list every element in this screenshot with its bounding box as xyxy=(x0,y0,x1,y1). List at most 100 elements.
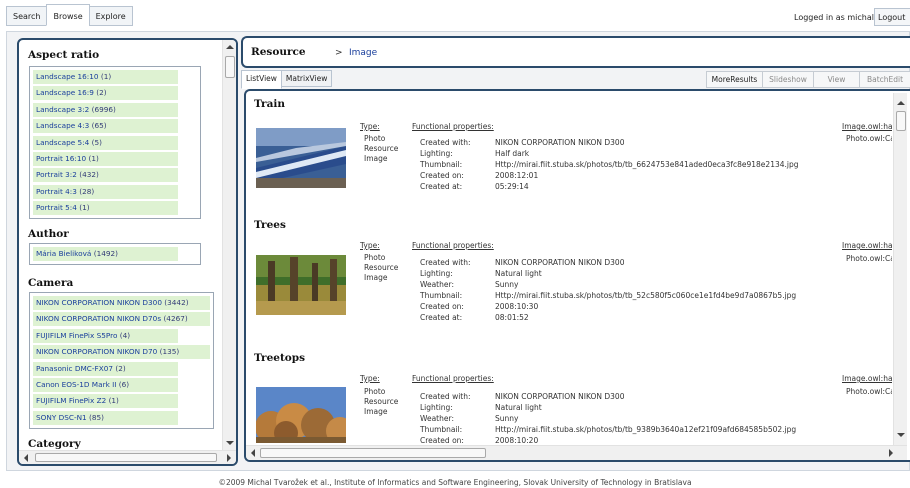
facet-box-author: Mária Bieliková (1492) xyxy=(29,243,201,266)
property-row: Thumbnail: Http://mirai.fiit.stuba.sk/pho… xyxy=(420,425,797,434)
property-row: Thumbnail: Http://mirai.fiit.stuba.sk/pho… xyxy=(420,291,797,300)
scroll-left-icon[interactable] xyxy=(251,449,255,457)
facet-item[interactable]: Mária Bieliková (1492) xyxy=(33,246,197,262)
scroll-thumb[interactable] xyxy=(896,111,906,131)
type-value: Image xyxy=(364,273,388,282)
scroll-thumb[interactable] xyxy=(35,453,217,462)
property-row: Weather: Sunny xyxy=(420,280,519,289)
type-value: Resource xyxy=(364,263,399,272)
main-tabs: Search Browse Explore xyxy=(6,4,133,26)
facet-list: Aspect ratio Landscape 16:10 (1) Landsca… xyxy=(19,40,219,450)
scroll-right-icon[interactable] xyxy=(227,454,231,462)
owl-property-label: Image.owl:hasThumbnail xyxy=(842,122,892,131)
facet-item[interactable]: Portrait 5:4 (1) xyxy=(33,200,197,216)
facet-item[interactable]: Canon EOS-1D Mark II (6) xyxy=(33,377,210,393)
slideshow-button[interactable]: Slideshow xyxy=(762,71,814,88)
facet-item[interactable]: Portrait 16:10 (1) xyxy=(33,151,197,167)
tab-matrixview[interactable]: MatrixView xyxy=(280,70,333,87)
property-row: Created at: 08:01:52 xyxy=(420,313,529,322)
facet-item[interactable]: Landscape 3:2 (6996) xyxy=(33,102,197,118)
scroll-thumb[interactable] xyxy=(260,448,486,458)
scroll-left-icon[interactable] xyxy=(24,454,28,462)
facet-item[interactable]: NIKON CORPORATION NIKON D300 (3442) xyxy=(33,295,210,311)
facet-item[interactable]: Landscape 16:10 (1) xyxy=(33,69,197,85)
view-tabs: ListView MatrixView xyxy=(241,70,333,89)
results-horizontal-scrollbar[interactable] xyxy=(246,445,907,460)
property-row: Lighting: Half dark xyxy=(420,149,530,158)
property-row: Created on: 2008:12:01 xyxy=(420,171,539,180)
sidebar-horizontal-scrollbar[interactable] xyxy=(19,450,236,464)
facet-item[interactable]: FUJIFILM FinePix Z2 (1) xyxy=(33,393,210,409)
facet-item[interactable]: Landscape 16:9 (2) xyxy=(33,85,197,101)
facet-item[interactable]: NIKON CORPORATION NIKON D70s (4267) xyxy=(33,311,210,327)
type-value: Photo xyxy=(364,387,386,396)
scroll-up-icon[interactable] xyxy=(897,101,905,105)
sidebar-vertical-scrollbar[interactable] xyxy=(222,40,236,450)
facet-item[interactable]: Landscape 5:4 (5) xyxy=(33,135,197,151)
owl-property-label: Image.owl:hasThumbnail xyxy=(842,374,892,383)
owl-property-label: Image.owl:hasThumbnail xyxy=(842,241,892,250)
facet-item[interactable]: SONY DSC-N1 (85) xyxy=(33,410,210,426)
property-row: Lighting: Natural light xyxy=(420,403,542,412)
tab-listview[interactable]: ListView xyxy=(241,70,282,89)
facet-box-aspect-ratio: Landscape 16:10 (1) Landscape 16:9 (2) L… xyxy=(29,66,201,220)
view-button[interactable]: View xyxy=(813,71,860,88)
top-bar: Search Browse Explore Logged in as micha… xyxy=(0,0,910,32)
property-row: Lighting: Natural light xyxy=(420,269,542,278)
type-value: Image xyxy=(364,154,388,163)
property-row: Created on: 2008:10:30 xyxy=(420,302,539,311)
facet-sidebar: Aspect ratio Landscape 16:10 (1) Landsca… xyxy=(17,38,238,466)
type-label: Type: xyxy=(360,241,380,250)
scroll-down-icon[interactable] xyxy=(897,433,905,437)
results-vertical-scrollbar[interactable] xyxy=(893,93,907,445)
property-row: Created with: NIKON CORPORATION NIKON D30… xyxy=(420,392,625,401)
type-label: Type: xyxy=(360,374,380,383)
tab-browse[interactable]: Browse xyxy=(46,4,90,26)
type-value: Resource xyxy=(364,397,399,406)
property-row: Created at: 05:29:14 xyxy=(420,182,529,191)
type-value: Resource xyxy=(364,144,399,153)
functional-properties-label: Functional properties: xyxy=(412,374,494,383)
type-label: Type: xyxy=(360,122,380,131)
property-row: Created with: NIKON CORPORATION NIKON D30… xyxy=(420,258,625,267)
breadcrumb-image-link[interactable]: Image xyxy=(349,48,377,58)
result-thumbnail[interactable] xyxy=(256,128,346,188)
resource-title: Resource xyxy=(251,46,306,58)
facet-box-camera: NIKON CORPORATION NIKON D300 (3442) NIKO… xyxy=(29,292,214,429)
facet-item[interactable]: Portrait 4:3 (28) xyxy=(33,184,197,200)
result-thumbnail[interactable] xyxy=(256,255,346,315)
functional-properties-label: Functional properties: xyxy=(412,122,494,131)
type-value: Photo xyxy=(364,253,386,262)
result-title[interactable]: Treetops xyxy=(254,352,305,364)
scroll-right-icon[interactable] xyxy=(889,449,893,457)
more-results-button[interactable]: MoreResults xyxy=(706,71,763,88)
logged-in-text: Logged in as michal xyxy=(794,13,874,22)
property-row: Weather: Sunny xyxy=(420,414,519,423)
result-title[interactable]: Train xyxy=(254,98,285,110)
batch-edit-button[interactable]: BatchEdit xyxy=(859,71,910,88)
property-row: Created with: NIKON CORPORATION NIKON D30… xyxy=(420,138,625,147)
resource-header: Resource > Image xyxy=(241,36,910,68)
facet-title-author: Author xyxy=(28,228,69,240)
facet-title-category: Category xyxy=(28,438,81,450)
facet-item[interactable]: FUJIFILM FinePix S5Pro (4) xyxy=(33,328,210,344)
logout-button[interactable]: Logout xyxy=(874,8,910,26)
tab-explore[interactable]: Explore xyxy=(88,6,133,26)
scroll-thumb[interactable] xyxy=(225,56,235,78)
result-thumbnail[interactable] xyxy=(256,387,346,443)
property-row: Thumbnail: Http://mirai.fiit.stuba.sk/pho… xyxy=(420,160,799,169)
facet-item[interactable]: NIKON CORPORATION NIKON D70 (135) xyxy=(33,344,210,360)
scroll-down-icon[interactable] xyxy=(226,441,234,445)
type-value: Photo xyxy=(364,134,386,143)
facet-item[interactable]: Landscape 4:3 (65) xyxy=(33,118,197,134)
facet-item[interactable]: Portrait 3:2 (432) xyxy=(33,167,197,183)
result-title[interactable]: Trees xyxy=(254,219,286,231)
type-value: Image xyxy=(364,407,388,416)
tab-search[interactable]: Search xyxy=(6,6,48,26)
copyright-footer: ©2009 Michal Tvarožek et al., Institute … xyxy=(218,478,692,487)
facet-item[interactable]: Panasonic DMC-FX07 (2) xyxy=(33,361,210,377)
facet-title-aspect-ratio: Aspect ratio xyxy=(28,49,100,61)
scroll-up-icon[interactable] xyxy=(226,45,234,49)
functional-properties-label: Functional properties: xyxy=(412,241,494,250)
owl-property-sub: Photo.owl:Camera xyxy=(846,134,892,143)
